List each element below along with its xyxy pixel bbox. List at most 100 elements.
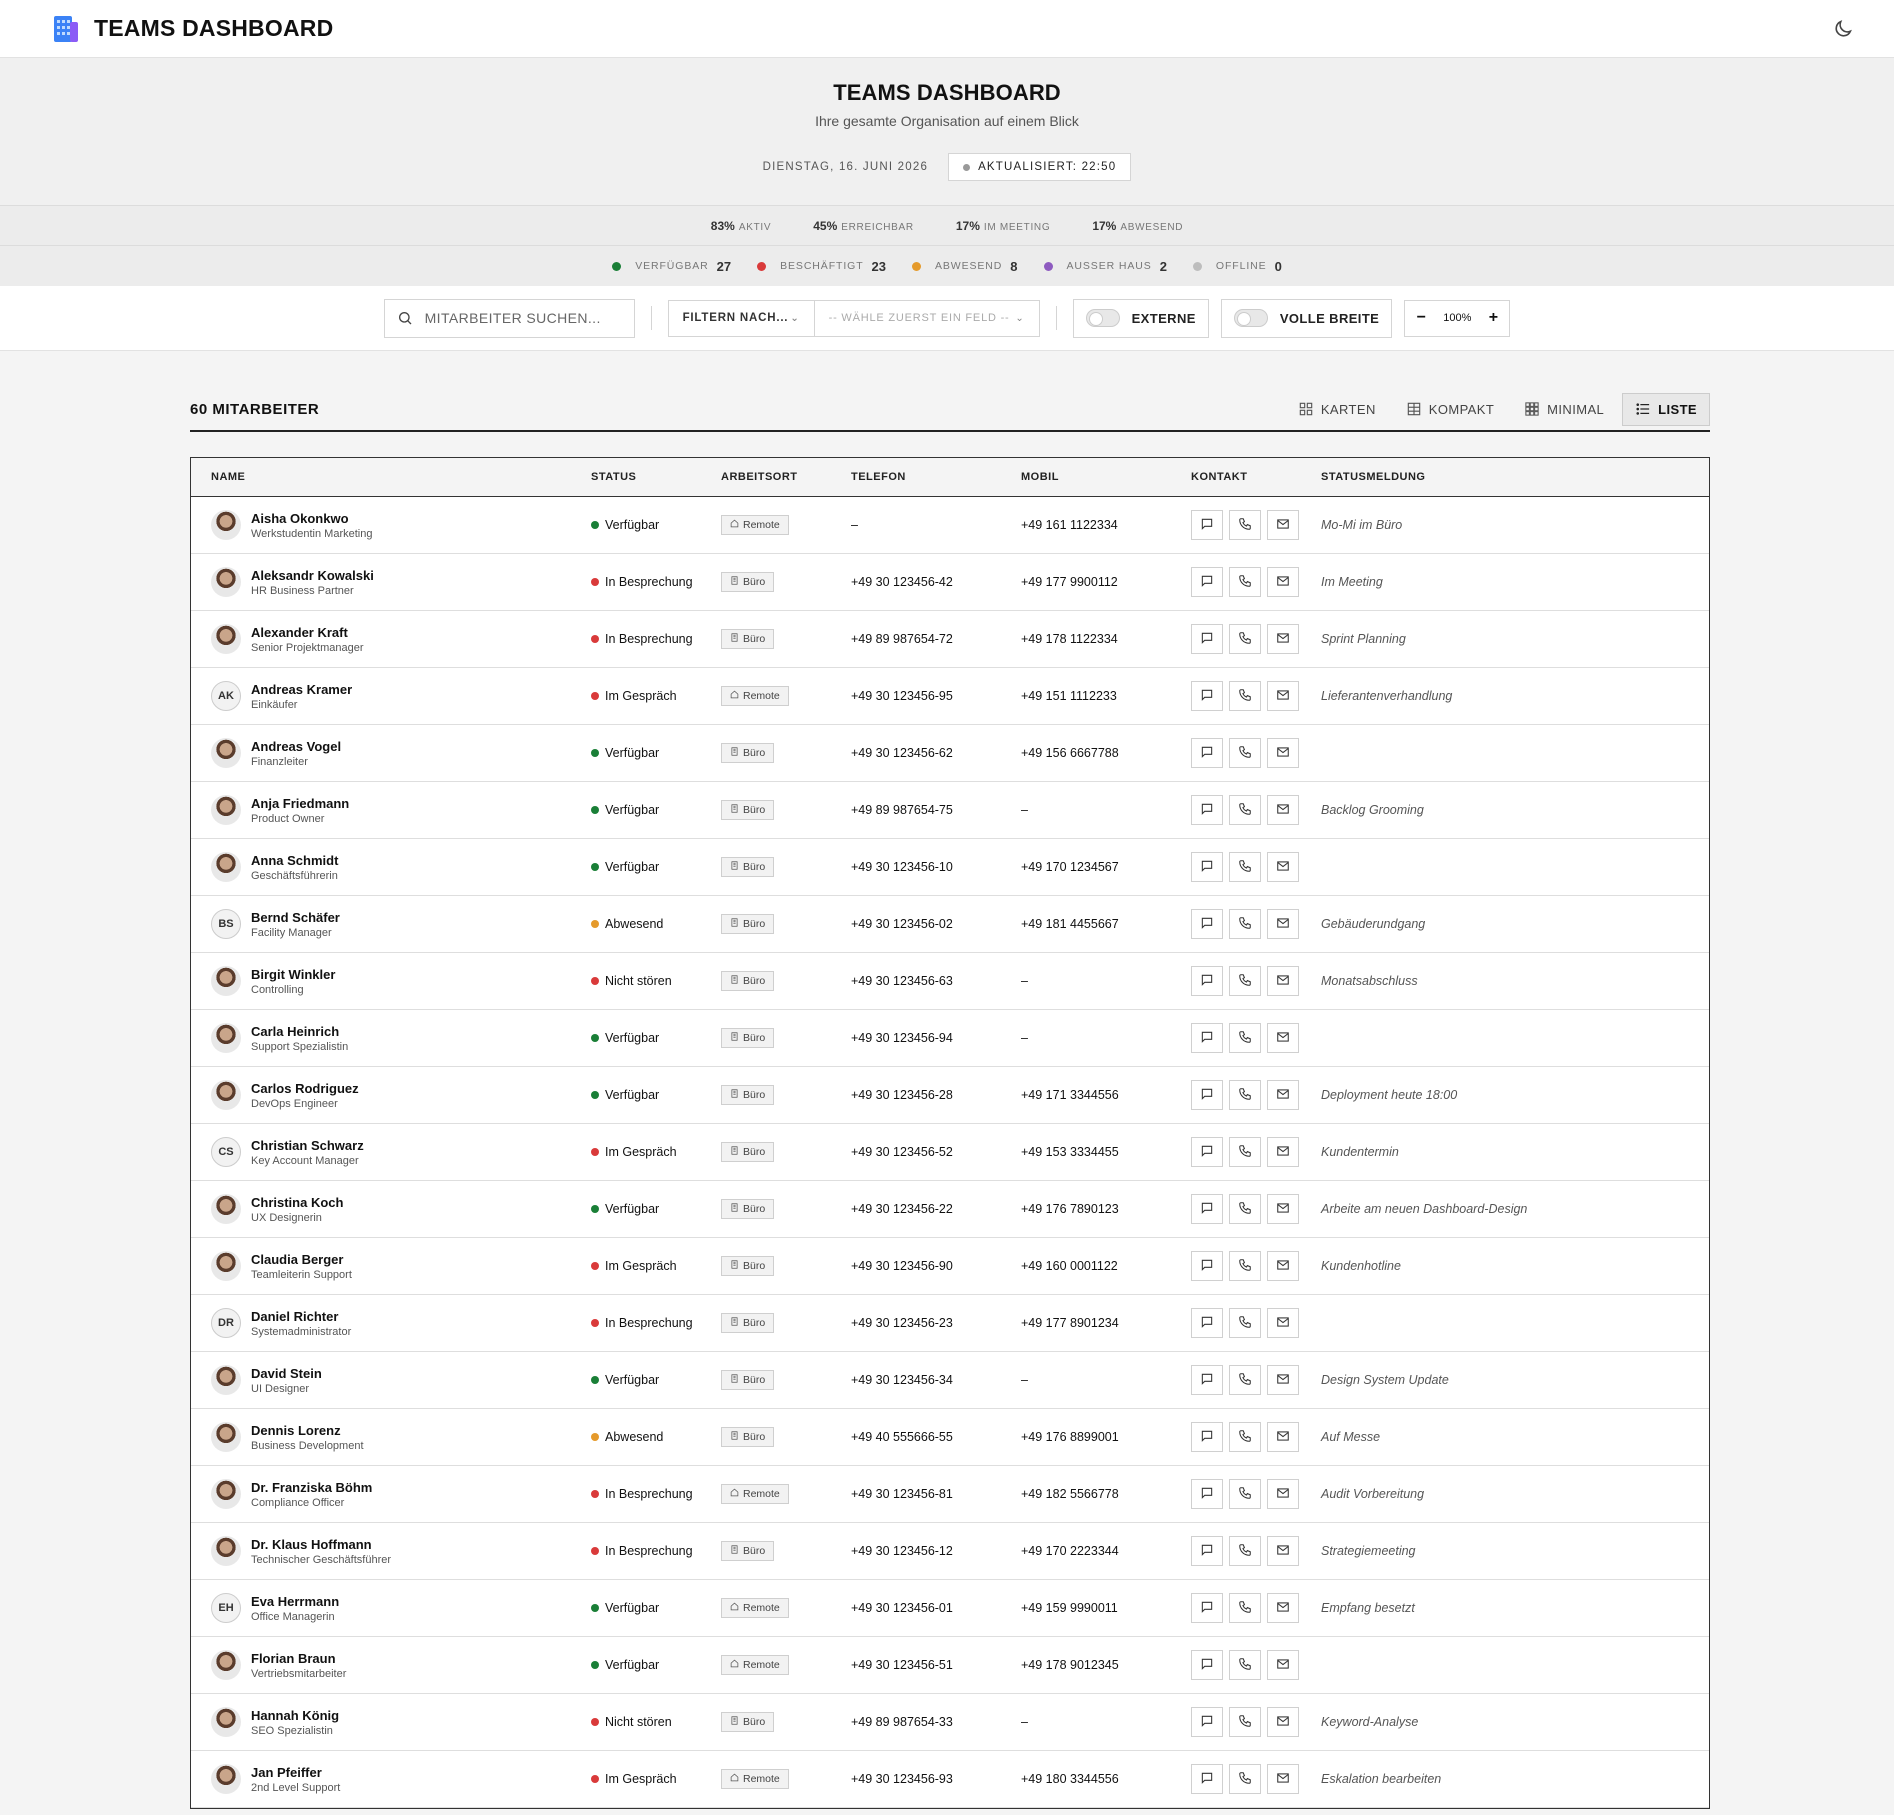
- chat-button[interactable]: [1191, 1650, 1223, 1680]
- employee-name[interactable]: Aisha Okonkwo: [251, 511, 372, 526]
- employee-name[interactable]: Andreas Vogel: [251, 739, 341, 754]
- call-button[interactable]: [1229, 1707, 1261, 1737]
- chat-button[interactable]: [1191, 567, 1223, 597]
- email-button[interactable]: [1267, 909, 1299, 939]
- employee-name[interactable]: Jan Pfeiffer: [251, 1765, 340, 1780]
- email-button[interactable]: [1267, 567, 1299, 597]
- call-button[interactable]: [1229, 1422, 1261, 1452]
- employee-name[interactable]: Dr. Franziska Böhm: [251, 1480, 372, 1495]
- table-row[interactable]: Birgit Winkler Controlling Nicht stören …: [191, 953, 1709, 1010]
- chat-button[interactable]: [1191, 1308, 1223, 1338]
- call-button[interactable]: [1229, 1479, 1261, 1509]
- chat-button[interactable]: [1191, 1023, 1223, 1053]
- employee-name[interactable]: Claudia Berger: [251, 1252, 352, 1267]
- employee-name[interactable]: Aleksandr Kowalski: [251, 568, 374, 583]
- call-button[interactable]: [1229, 1593, 1261, 1623]
- employee-name[interactable]: Florian Braun: [251, 1651, 346, 1666]
- zoom-out-button[interactable]: −: [1405, 309, 1437, 327]
- status-count-busy[interactable]: BESCHÄFTIGT 23: [757, 259, 886, 274]
- employee-name[interactable]: Anna Schmidt: [251, 853, 338, 868]
- column-header-arbeitsort[interactable]: ARBEITSORT: [721, 471, 851, 483]
- search-input[interactable]: [424, 310, 605, 326]
- call-button[interactable]: [1229, 1080, 1261, 1110]
- chat-button[interactable]: [1191, 909, 1223, 939]
- table-row[interactable]: Anja Friedmann Product Owner Verfügbar B…: [191, 782, 1709, 839]
- employee-name[interactable]: Andreas Kramer: [251, 682, 352, 697]
- table-row[interactable]: BS Bernd Schäfer Facility Manager Abwese…: [191, 896, 1709, 953]
- email-button[interactable]: [1267, 1536, 1299, 1566]
- employee-name[interactable]: Dennis Lorenz: [251, 1423, 364, 1438]
- chat-button[interactable]: [1191, 738, 1223, 768]
- call-button[interactable]: [1229, 1536, 1261, 1566]
- call-button[interactable]: [1229, 738, 1261, 768]
- call-button[interactable]: [1229, 624, 1261, 654]
- call-button[interactable]: [1229, 1137, 1261, 1167]
- table-row[interactable]: Hannah König SEO Spezialistin Nicht stör…: [191, 1694, 1709, 1751]
- chat-button[interactable]: [1191, 852, 1223, 882]
- zoom-in-button[interactable]: +: [1477, 309, 1509, 327]
- call-button[interactable]: [1229, 681, 1261, 711]
- table-row[interactable]: CS Christian Schwarz Key Account Manager…: [191, 1124, 1709, 1181]
- filter-value-select[interactable]: -- WÄHLE ZUERST EIN FELD -- ⌄: [815, 301, 1039, 336]
- chat-button[interactable]: [1191, 624, 1223, 654]
- table-row[interactable]: Dennis Lorenz Business Development Abwes…: [191, 1409, 1709, 1466]
- email-button[interactable]: [1267, 852, 1299, 882]
- call-button[interactable]: [1229, 909, 1261, 939]
- email-button[interactable]: [1267, 1593, 1299, 1623]
- chat-button[interactable]: [1191, 1080, 1223, 1110]
- call-button[interactable]: [1229, 966, 1261, 996]
- employee-name[interactable]: Eva Herrmann: [251, 1594, 339, 1609]
- view-list-button[interactable]: LISTE: [1622, 392, 1710, 426]
- status-count-available[interactable]: VERFÜGBAR 27: [612, 259, 731, 274]
- status-count-away[interactable]: ABWESEND 8: [911, 259, 1018, 274]
- email-button[interactable]: [1267, 1194, 1299, 1224]
- status-count-out-of-office[interactable]: AUSSER HAUS 2: [1043, 259, 1167, 274]
- chat-button[interactable]: [1191, 1137, 1223, 1167]
- table-row[interactable]: Alexander Kraft Senior Projektmanager In…: [191, 611, 1709, 668]
- toggle-switch[interactable]: [1233, 309, 1268, 327]
- table-row[interactable]: Andreas Vogel Finanzleiter Verfügbar Bür…: [191, 725, 1709, 782]
- chat-button[interactable]: [1191, 1422, 1223, 1452]
- email-button[interactable]: [1267, 1365, 1299, 1395]
- view-compact-button[interactable]: KOMPAKT: [1394, 394, 1506, 425]
- table-row[interactable]: DR Daniel Richter Systemadministrator In…: [191, 1295, 1709, 1352]
- email-button[interactable]: [1267, 1023, 1299, 1053]
- table-row[interactable]: Aisha Okonkwo Werkstudentin Marketing Ve…: [191, 497, 1709, 554]
- email-button[interactable]: [1267, 510, 1299, 540]
- email-button[interactable]: [1267, 1650, 1299, 1680]
- email-button[interactable]: [1267, 1707, 1299, 1737]
- email-button[interactable]: [1267, 1251, 1299, 1281]
- call-button[interactable]: [1229, 1308, 1261, 1338]
- chat-button[interactable]: [1191, 1593, 1223, 1623]
- table-row[interactable]: Florian Braun Vertriebsmitarbeiter Verfü…: [191, 1637, 1709, 1694]
- table-row[interactable]: Carlos Rodriguez DevOps Engineer Verfügb…: [191, 1067, 1709, 1124]
- email-button[interactable]: [1267, 1080, 1299, 1110]
- email-button[interactable]: [1267, 795, 1299, 825]
- call-button[interactable]: [1229, 852, 1261, 882]
- table-row[interactable]: David Stein UI Designer Verfügbar Büro +…: [191, 1352, 1709, 1409]
- column-header-mobil[interactable]: MOBIL: [1021, 471, 1191, 483]
- full-width-toggle[interactable]: VOLLE BREITE: [1220, 298, 1393, 338]
- employee-name[interactable]: Bernd Schäfer: [251, 910, 340, 925]
- employee-name[interactable]: Hannah König: [251, 1708, 339, 1723]
- chat-button[interactable]: [1191, 1365, 1223, 1395]
- email-button[interactable]: [1267, 624, 1299, 654]
- email-button[interactable]: [1267, 1479, 1299, 1509]
- email-button[interactable]: [1267, 1308, 1299, 1338]
- search-box[interactable]: [383, 298, 635, 338]
- table-row[interactable]: EH Eva Herrmann Office Managerin Verfügb…: [191, 1580, 1709, 1637]
- view-minimal-button[interactable]: MINIMAL: [1512, 394, 1616, 425]
- employee-name[interactable]: Alexander Kraft: [251, 625, 364, 640]
- chat-button[interactable]: [1191, 966, 1223, 996]
- employee-name[interactable]: Carla Heinrich: [251, 1024, 348, 1039]
- filter-field-select[interactable]: FILTERN NACH... ⌄: [669, 300, 815, 336]
- chat-button[interactable]: [1191, 1251, 1223, 1281]
- call-button[interactable]: [1229, 510, 1261, 540]
- email-button[interactable]: [1267, 966, 1299, 996]
- call-button[interactable]: [1229, 1365, 1261, 1395]
- chat-button[interactable]: [1191, 1707, 1223, 1737]
- table-row[interactable]: Christina Koch UX Designerin Verfügbar B…: [191, 1181, 1709, 1238]
- email-button[interactable]: [1267, 1137, 1299, 1167]
- call-button[interactable]: [1229, 795, 1261, 825]
- chat-button[interactable]: [1191, 1479, 1223, 1509]
